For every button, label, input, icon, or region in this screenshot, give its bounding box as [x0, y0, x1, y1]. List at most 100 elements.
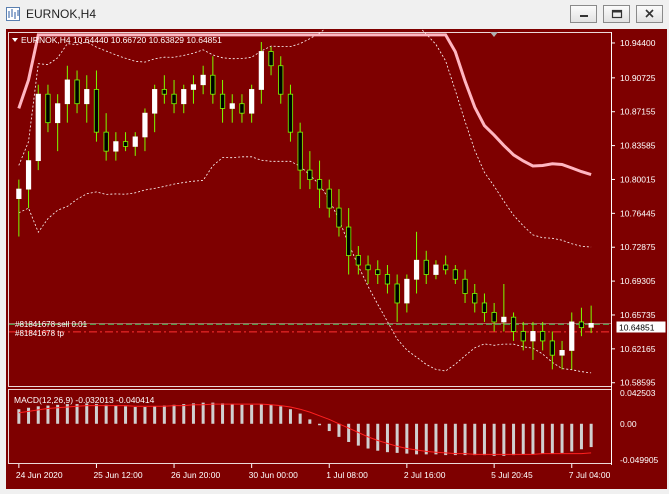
candle-body [278, 65, 284, 95]
candle-body [132, 136, 138, 147]
macd-histogram-bar [288, 409, 292, 424]
candle-body [142, 112, 148, 138]
candle-body [200, 74, 206, 86]
macd-histogram-bar [308, 419, 312, 424]
chart-area[interactable]: 10.94400 10.90725 10.87155 10.83585 10.80015… [6, 0, 667, 489]
macd-histogram-bar [230, 404, 234, 424]
macd-histogram-bar [114, 405, 118, 424]
macd-histogram-bar [124, 406, 128, 424]
order-sell-label[interactable]: #81841678 sell 0.01 [15, 320, 88, 329]
candle-body [413, 259, 420, 280]
macd-histogram-bar [36, 406, 40, 424]
candle-body [190, 84, 197, 90]
candle-body [326, 188, 332, 209]
candle-body [258, 51, 264, 90]
symbol-menu-icon[interactable] [12, 38, 18, 42]
macd-histogram-bar [75, 404, 79, 424]
candle-body [249, 89, 255, 114]
macd-histogram-bar [182, 404, 186, 424]
macd-histogram-bar [172, 404, 176, 424]
chart-canvas[interactable]: 10.94400 10.90725 10.87155 10.83585 10.80015… [6, 0, 667, 489]
macd-tick-label: -0.049905 [620, 455, 659, 465]
candle-body [55, 103, 61, 124]
time-axis[interactable]: 24 Jun 2020 25 Jun 12:00 26 Jun 20:00 30 Ju… [16, 464, 611, 480]
price-axis[interactable]: 10.94400 10.90725 10.87155 10.83585 10.80015… [611, 38, 656, 388]
macd-histogram-bar [318, 423, 322, 426]
time-tick-label: 24 Jun 2020 [16, 470, 63, 480]
macd-histogram-bar [570, 423, 574, 452]
macd-histogram-bar [492, 423, 496, 456]
macd-indicator [17, 402, 593, 456]
macd-histogram-bar [279, 406, 283, 424]
macd-histogram-bar [424, 423, 428, 455]
candle-body [481, 302, 488, 313]
macd-histogram-bar [133, 407, 137, 424]
candle-body [64, 79, 70, 105]
candle-body [45, 93, 51, 124]
minimize-button[interactable] [570, 5, 597, 23]
macd-histogram-bar [269, 404, 273, 424]
candle-body [316, 179, 323, 190]
macd-histogram-bar [453, 423, 457, 456]
macd-histogram-bar [376, 423, 380, 451]
macd-histogram-bar [94, 404, 98, 424]
close-button[interactable] [636, 5, 663, 23]
time-tick-label: 2 Jul 16:00 [404, 470, 446, 480]
candle-body [365, 264, 371, 271]
bollinger-outer-band [17, 33, 592, 177]
candle-body [384, 274, 391, 285]
macd-histogram-bar [385, 423, 389, 453]
price-tick-label: 10.94400 [620, 38, 656, 48]
macd-histogram-bar [201, 402, 205, 424]
macd-histogram-bar [434, 423, 438, 455]
candle-body [491, 312, 497, 323]
macd-histogram-bar [162, 405, 166, 424]
macd-histogram-bar [579, 423, 583, 450]
candle-body [588, 322, 594, 328]
macd-histogram-bar [356, 423, 360, 446]
close-icon [645, 9, 654, 18]
chart-shift-marker[interactable] [490, 32, 498, 37]
macd-histogram-bar [550, 423, 554, 454]
macd-histogram-bar [143, 407, 147, 424]
price-tick-label: 10.87155 [620, 107, 656, 117]
candle-body [530, 331, 536, 342]
candle-body [74, 79, 80, 105]
macd-histogram-bar [211, 402, 215, 424]
macd-histogram-bar [221, 403, 225, 424]
order-lines[interactable] [9, 323, 611, 333]
maximize-button[interactable] [603, 5, 630, 23]
macd-histogram-bar [560, 423, 564, 453]
macd-histogram-bar [259, 404, 263, 424]
macd-histogram-bar [502, 423, 506, 456]
candle-body [113, 141, 119, 152]
macd-histogram-bar [298, 413, 302, 424]
macd-histogram-bar [444, 423, 448, 456]
candle-body [501, 316, 507, 323]
candle-body [394, 283, 400, 304]
price-tick-label: 10.72875 [620, 242, 656, 252]
chart-window-icon [6, 7, 20, 21]
time-tick-label: 30 Jun 00:00 [249, 470, 298, 480]
window-title: EURNOK,H4 [26, 7, 97, 21]
candle-body [346, 226, 352, 256]
macd-histogram-bar [327, 423, 331, 432]
candle-body [578, 321, 585, 329]
chart-header: EURNOK,H4 10.64440 10.66720 10.63829 10.… [21, 35, 222, 45]
price-tick-label: 10.58595 [620, 378, 656, 388]
macd-histogram-bar [191, 403, 195, 424]
candle-body [433, 264, 439, 275]
candle-body [559, 350, 565, 356]
candle-body [161, 89, 167, 95]
candle-body [404, 278, 410, 304]
candle-body [35, 93, 41, 162]
candle-body [152, 89, 158, 114]
macd-histogram-bar [337, 423, 341, 437]
price-tick-label: 10.76445 [620, 208, 656, 218]
candle-body [423, 259, 429, 275]
macd-axis: 0.042503 0.00 -0.049905 [620, 388, 659, 465]
macd-tick-label: 0.00 [620, 419, 637, 429]
macd-histogram-bar [589, 423, 593, 448]
candle-body [355, 255, 361, 266]
order-tp-label[interactable]: #81841678 tp [15, 329, 64, 338]
